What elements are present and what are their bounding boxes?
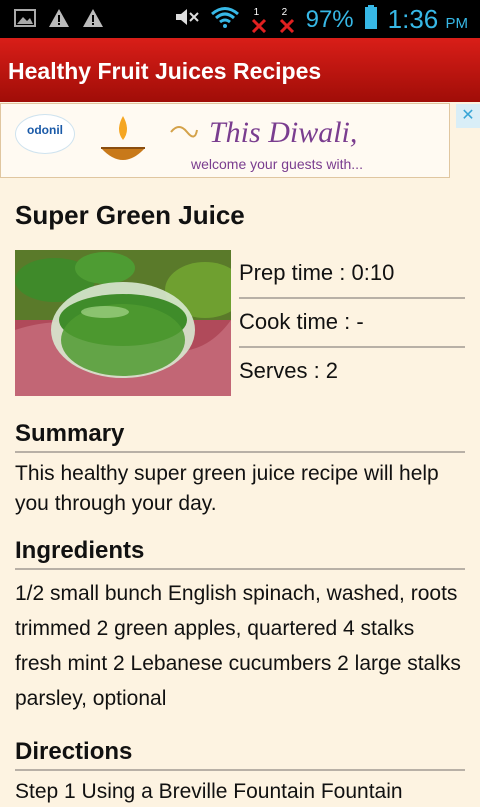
- ingredients-heading: Ingredients: [15, 537, 465, 570]
- battery-icon: [364, 4, 378, 35]
- clock-time: 1:36: [387, 4, 439, 34]
- summary-text: This healthy super green juice recipe wi…: [15, 462, 439, 515]
- app-title: Healthy Fruit Juices Recipes: [8, 58, 322, 84]
- recipe-photo: [15, 250, 231, 396]
- battery-percent: 97%: [305, 5, 354, 33]
- recipe-meta: Prep time : 0:10 Cook time : - Serves : …: [239, 250, 465, 397]
- ad-close-button[interactable]: ✕: [456, 104, 480, 128]
- sim1-no-signal-icon: 1: [250, 7, 268, 33]
- warning-icon: [82, 8, 104, 33]
- recipe-overview: Prep time : 0:10 Cook time : - Serves : …: [15, 250, 465, 400]
- directions-text: Step 1 Using a Breville Fountain Fountai…: [15, 780, 403, 803]
- sim2-no-signal-icon: 2: [278, 7, 296, 33]
- cook-time: Cook time : -: [239, 299, 465, 348]
- ingredients-text: 1/2 small bunch English spinach, washed,…: [15, 582, 461, 710]
- app-bar: Healthy Fruit Juices Recipes: [0, 38, 480, 102]
- summary-heading: Summary: [15, 420, 465, 453]
- gallery-icon: [14, 9, 36, 32]
- status-bar: 1 2 97% 1:36 PM: [0, 0, 480, 38]
- mute-icon: [174, 6, 200, 33]
- wifi-icon: [210, 6, 240, 33]
- warning-icon: [48, 8, 70, 33]
- ad-decoration: [170, 126, 198, 138]
- ad-subline: welcome your guests with...: [191, 156, 363, 172]
- directions-heading: Directions: [15, 738, 465, 771]
- serves: Serves : 2: [239, 358, 339, 383]
- diya-lamp-icon: [101, 116, 145, 160]
- recipe-title: Super Green Juice: [15, 200, 245, 230]
- recipe-content: Super Green Juice Prep time : 0:10 Cook …: [15, 190, 465, 807]
- ad-banner[interactable]: odonil This Diwali, welcome your guests …: [0, 103, 450, 178]
- ad-headline: This Diwali,: [209, 116, 358, 149]
- clock: 1:36 PM: [388, 4, 468, 35]
- ad-brand-logo: odonil: [15, 114, 75, 154]
- ad-logo-text: odonil: [27, 123, 63, 137]
- prep-time: Prep time : 0:10: [239, 250, 465, 299]
- clock-ampm: PM: [445, 15, 469, 32]
